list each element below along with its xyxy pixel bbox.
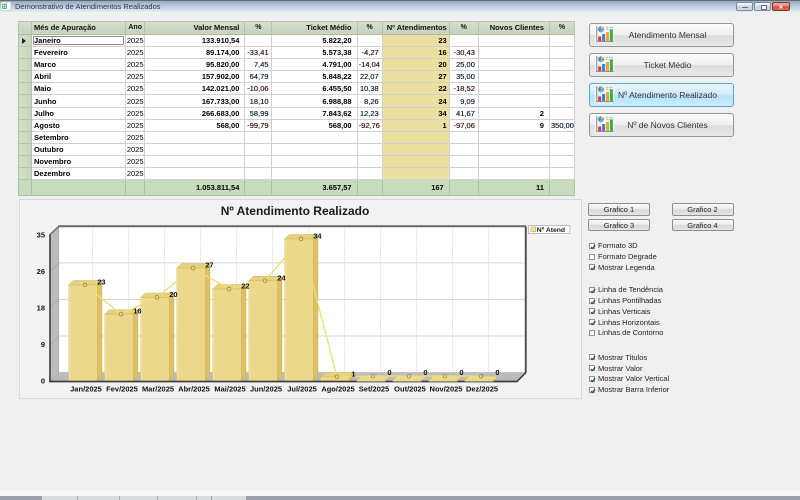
svg-text:18: 18 bbox=[37, 304, 45, 313]
svg-text:34: 34 bbox=[313, 232, 322, 241]
svg-text:1: 1 bbox=[351, 369, 355, 378]
svg-text:Fev/2025: Fev/2025 bbox=[106, 385, 138, 394]
svg-text:Dez/2025: Dez/2025 bbox=[466, 385, 498, 394]
svg-text:23: 23 bbox=[97, 278, 105, 287]
svg-text:Jan/2025: Jan/2025 bbox=[70, 385, 102, 394]
svg-text:Nov/2025: Nov/2025 bbox=[430, 385, 463, 394]
svg-text:27: 27 bbox=[205, 261, 213, 270]
svg-text:Jun/2025: Jun/2025 bbox=[250, 385, 282, 394]
svg-text:Out/2025: Out/2025 bbox=[394, 385, 426, 394]
svg-text:0: 0 bbox=[423, 368, 427, 377]
svg-text:24: 24 bbox=[277, 273, 286, 282]
svg-text:20: 20 bbox=[169, 290, 177, 299]
svg-text:Mai/2025: Mai/2025 bbox=[214, 385, 245, 394]
svg-text:Abr/2025: Abr/2025 bbox=[178, 385, 210, 394]
svg-text:16: 16 bbox=[133, 307, 141, 316]
svg-text:Nº Atend: Nº Atend bbox=[537, 227, 565, 234]
svg-text:22: 22 bbox=[241, 282, 249, 291]
svg-text:9: 9 bbox=[41, 340, 45, 349]
svg-text:26: 26 bbox=[37, 267, 45, 276]
svg-text:35: 35 bbox=[37, 230, 45, 239]
svg-text:Ago/2025: Ago/2025 bbox=[321, 385, 354, 394]
svg-text:Set/2025: Set/2025 bbox=[359, 385, 389, 394]
svg-text:0: 0 bbox=[41, 377, 45, 386]
svg-text:Jul/2025: Jul/2025 bbox=[287, 385, 317, 394]
svg-text:0: 0 bbox=[495, 368, 499, 377]
svg-text:0: 0 bbox=[459, 368, 463, 377]
svg-text:Mar/2025: Mar/2025 bbox=[142, 385, 174, 394]
svg-text:0: 0 bbox=[387, 368, 391, 377]
